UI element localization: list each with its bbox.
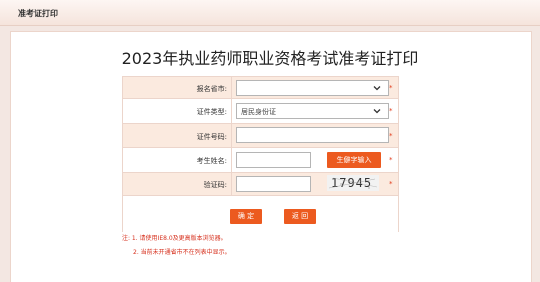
row-province: 报名省市: *	[123, 77, 398, 99]
required-mark: *	[389, 84, 393, 92]
top-bar-title: 准考证打印	[18, 9, 58, 18]
row-name: 考生姓名: 生僻字输入 *	[123, 148, 398, 173]
id-number-label: 证件号码:	[196, 133, 227, 141]
row-id-type: 证件类型: 居民身份证 *	[123, 99, 398, 124]
required-mark: *	[389, 132, 393, 140]
name-input[interactable]	[236, 152, 311, 168]
rare-char-input-button[interactable]: 生僻字输入	[327, 152, 381, 168]
chevron-down-icon	[373, 109, 381, 114]
required-mark: *	[389, 180, 393, 188]
province-select[interactable]	[236, 80, 389, 96]
divider	[231, 124, 232, 147]
id-type-value: 居民身份证	[241, 108, 276, 116]
required-mark: *	[389, 156, 393, 164]
id-type-label: 证件类型:	[196, 108, 227, 116]
province-label: 报名省市:	[196, 85, 227, 93]
divider	[231, 77, 232, 98]
captcha-image[interactable]: 17945	[327, 175, 379, 191]
note-line-2: 2. 当前未开通省市不在列表中显示。	[133, 249, 231, 256]
captcha-noise	[328, 177, 378, 189]
divider	[231, 173, 232, 195]
row-captcha: 验证码: 17945 *	[123, 173, 398, 196]
print-form: 报名省市: * 证件类型: 居民身份证 * 证件号码: * 考生姓名: 生僻字输…	[122, 76, 399, 232]
captcha-label: 验证码:	[203, 181, 227, 189]
back-button[interactable]: 返 回	[284, 209, 316, 224]
page-title: 2023年执业药师职业资格考试准考证打印	[121, 49, 419, 68]
confirm-button[interactable]: 确 定	[230, 209, 262, 224]
row-id-number: 证件号码: *	[123, 124, 398, 148]
captcha-input[interactable]	[236, 176, 311, 192]
name-label: 考生姓名:	[196, 157, 227, 165]
divider	[231, 99, 232, 123]
id-type-select[interactable]: 居民身份证	[236, 103, 389, 119]
id-number-input[interactable]	[236, 127, 389, 143]
note-line-1: 注: 1. 请使用IE8.0及更高版本浏览器。	[122, 235, 227, 242]
row-actions: 确 定 返 回	[123, 196, 398, 232]
chevron-down-icon	[373, 86, 381, 91]
top-bar: 准考证打印	[0, 0, 540, 26]
divider	[231, 148, 232, 172]
required-mark: *	[389, 107, 393, 115]
